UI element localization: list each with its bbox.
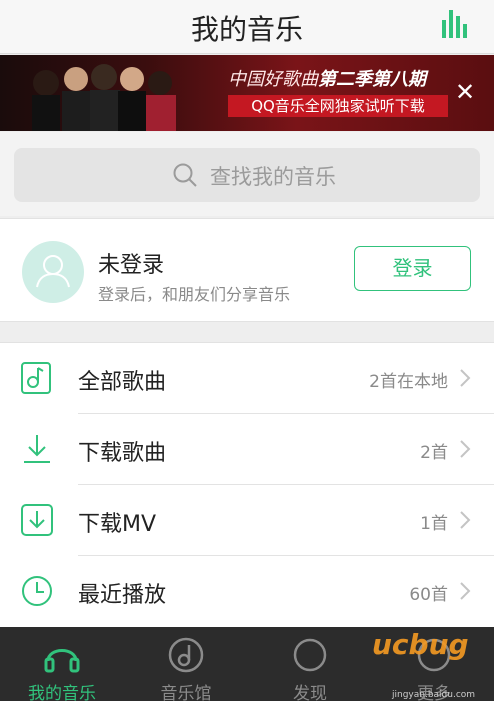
banner-people-image bbox=[32, 64, 176, 131]
download-icon bbox=[24, 435, 50, 463]
tab-label: 音乐馆 bbox=[160, 684, 212, 701]
headphones-icon bbox=[44, 649, 80, 673]
search-icon bbox=[173, 163, 197, 187]
watermark-logo: ucbug bbox=[372, 628, 469, 661]
profile-card: 未登录 登录后，和朋友们分享音乐 登录 bbox=[0, 218, 494, 322]
watermark-url: jingyan.baidu.com bbox=[392, 690, 476, 700]
tab-label: 发现 bbox=[293, 684, 327, 701]
music-note-icon bbox=[21, 362, 51, 394]
music-list: 全部歌曲 2首在本地 下载歌曲 2首 下载MV 1首 最近播放 60首 bbox=[0, 342, 494, 627]
clock-icon bbox=[22, 576, 52, 606]
profile-name: 未登录 bbox=[98, 253, 165, 278]
chevron-right-icon bbox=[460, 511, 471, 529]
avatar[interactable] bbox=[22, 241, 84, 303]
list-item-count: 2首 bbox=[420, 443, 448, 463]
download-mv-icon bbox=[21, 504, 53, 536]
chevron-right-icon bbox=[460, 440, 471, 458]
list-item-count: 1首 bbox=[420, 514, 448, 534]
list-item-count: 60首 bbox=[409, 585, 448, 605]
list-item-downloaded-mv[interactable]: 下载MV 1首 bbox=[0, 485, 494, 556]
list-item-recently-played[interactable]: 最近播放 60首 bbox=[0, 556, 494, 627]
list-item-label: 全部歌曲 bbox=[78, 370, 167, 395]
tab-music-hall[interactable]: 音乐馆 bbox=[124, 627, 248, 701]
discover-icon bbox=[293, 638, 327, 672]
nav-header: 我的音乐 bbox=[0, 0, 494, 54]
list-item-downloaded-songs[interactable]: 下载歌曲 2首 bbox=[0, 414, 494, 485]
page-title: 我的音乐 bbox=[190, 13, 303, 46]
search-input[interactable]: 查找我的音乐 bbox=[14, 148, 480, 202]
list-item-label: 最近播放 bbox=[78, 583, 167, 608]
search-placeholder: 查找我的音乐 bbox=[210, 165, 336, 189]
list-item-label: 下载MV bbox=[78, 512, 157, 537]
chevron-right-icon bbox=[460, 369, 471, 387]
chevron-right-icon bbox=[460, 582, 471, 600]
login-button[interactable]: 登录 bbox=[354, 246, 471, 291]
search-section: 查找我的音乐 bbox=[0, 132, 494, 216]
close-icon[interactable]: ✕ bbox=[454, 80, 476, 104]
tab-label: 我的音乐 bbox=[28, 684, 96, 701]
equalizer-icon[interactable] bbox=[442, 6, 468, 38]
music-hall-icon bbox=[168, 637, 204, 673]
list-item-label: 下载歌曲 bbox=[78, 441, 167, 466]
banner-headline: 中国好歌曲第二季第八期 bbox=[228, 69, 426, 90]
banner-subline: QQ音乐全网独家试听下载 bbox=[228, 95, 448, 117]
promo-banner[interactable]: 中国好歌曲第二季第八期 QQ音乐全网独家试听下载 ✕ bbox=[0, 55, 494, 131]
list-item-count: 2首在本地 bbox=[369, 372, 448, 392]
profile-subtitle: 登录后，和朋友们分享音乐 bbox=[98, 285, 291, 304]
tab-my-music[interactable]: 我的音乐 bbox=[0, 627, 124, 701]
list-item-all-songs[interactable]: 全部歌曲 2首在本地 bbox=[0, 343, 494, 414]
tab-discover[interactable]: 发现 bbox=[248, 627, 372, 701]
user-silhouette-icon bbox=[36, 255, 70, 288]
